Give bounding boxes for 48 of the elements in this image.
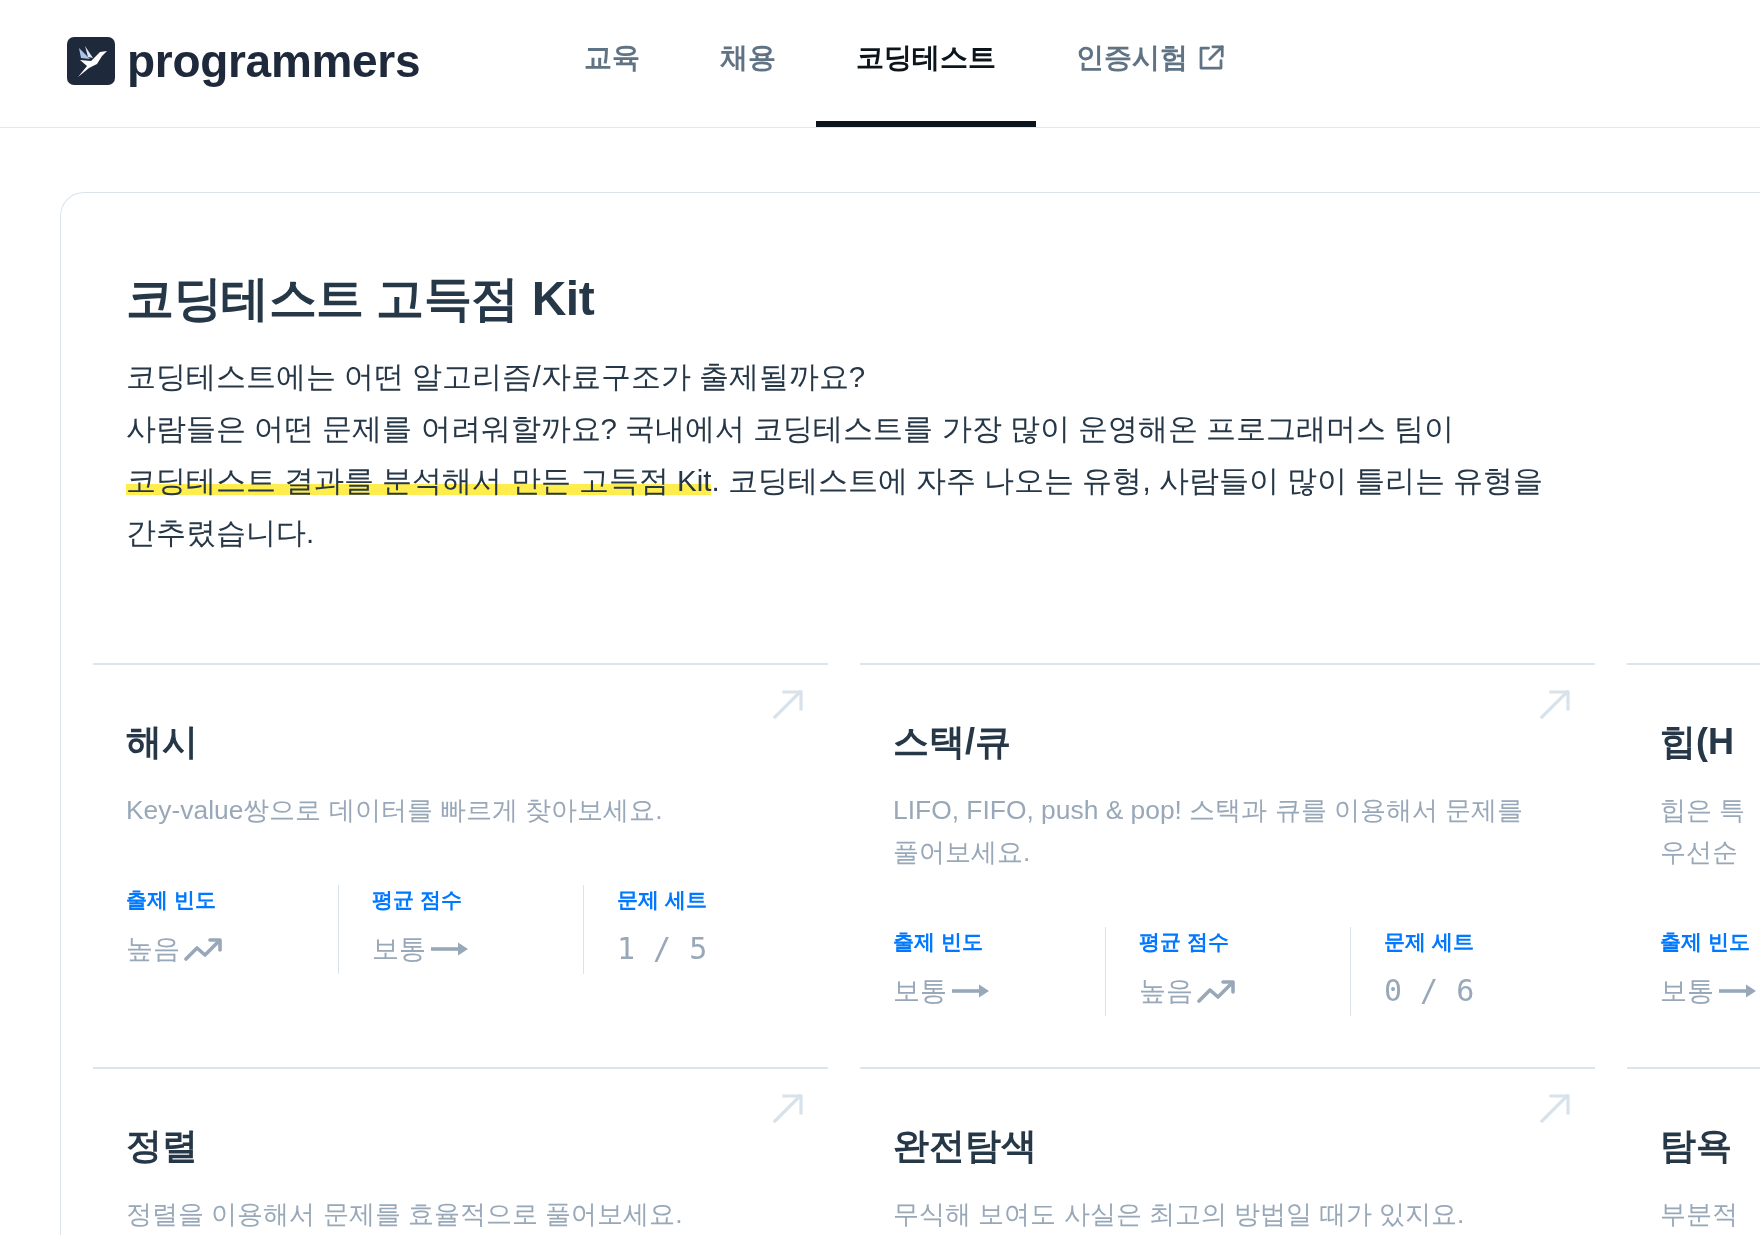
diagonal-arrow-icon bbox=[772, 689, 804, 719]
logo-link[interactable]: programmers bbox=[67, 36, 423, 91]
topic-card[interactable]: 탐욕 부분적 bbox=[1627, 1067, 1760, 1235]
topic-description: 무식해 보여도 사실은 최고의 방법일 때가 있지요. bbox=[893, 1198, 1465, 1231]
topic-card[interactable]: 스택/큐 LIFO, FIFO, push & pop! 스택과 큐를 이용해서 문제를 풀어보세요. 출제 빈도 보통 평균 점수 높음 문제 세트 0 / 6 bbox=[860, 663, 1595, 1067]
stat-label: 출제 빈도 bbox=[1660, 929, 1750, 955]
topic-description: 부분적 bbox=[1660, 1198, 1738, 1231]
right-arrow-icon bbox=[1718, 983, 1756, 999]
stat-value: 보통 bbox=[1660, 975, 1714, 1008]
topic-card[interactable]: 완전탐색 무식해 보여도 사실은 최고의 방법일 때가 있지요. bbox=[860, 1067, 1595, 1235]
right-arrow-icon bbox=[430, 941, 468, 957]
nav-tab[interactable]: 코딩테스트 bbox=[816, 0, 1036, 127]
nav-tab[interactable]: 교육 bbox=[544, 0, 680, 127]
topic-title: 스택/큐 bbox=[893, 720, 1011, 764]
topic-title: 탐욕 bbox=[1660, 1124, 1732, 1168]
trend-up-icon bbox=[1197, 979, 1235, 1003]
stat-value: 높음 bbox=[126, 933, 180, 966]
nav-tab[interactable]: 채용 bbox=[680, 0, 816, 127]
page-title: 코딩테스트 고득점 Kit bbox=[126, 271, 595, 327]
stat-value: 보통 bbox=[893, 975, 947, 1008]
stat-label: 출제 빈도 bbox=[126, 887, 216, 913]
nav-tab[interactable]: 인증시험 bbox=[1036, 0, 1266, 127]
stat-label: 문제 세트 bbox=[1384, 929, 1474, 955]
topic-title: 해시 bbox=[126, 720, 198, 764]
topic-card[interactable]: 해시 Key-value쌍으로 데이터를 빠르게 찾아보세요. 출제 빈도 높음 평균 점수 보통 문제 세트 1 / 5 bbox=[93, 663, 828, 1067]
stat-label: 평균 점수 bbox=[372, 887, 462, 913]
topic-description: 힙은 특 우선순 bbox=[1660, 794, 1746, 869]
problem-set-count: 1 / 5 bbox=[617, 930, 708, 968]
diagonal-arrow-icon bbox=[772, 1093, 804, 1123]
topic-description: LIFO, FIFO, push & pop! 스택과 큐를 이용해서 문제를 풀어보세요. bbox=[893, 794, 1524, 869]
topic-title: 힙(H bbox=[1660, 720, 1734, 764]
topic-title: 완전탐색 bbox=[893, 1124, 1037, 1168]
problem-set-count: 0 / 6 bbox=[1384, 972, 1475, 1010]
diagonal-arrow-icon bbox=[1539, 1093, 1571, 1123]
topic-card[interactable]: 힙(H 힙은 특 우선순 출제 빈도 보통 bbox=[1627, 663, 1760, 1067]
topic-card[interactable]: 정렬 정렬을 이용해서 문제를 효율적으로 풀어보세요. bbox=[93, 1067, 828, 1235]
diagonal-arrow-icon bbox=[1539, 689, 1571, 719]
stat-label: 문제 세트 bbox=[617, 887, 707, 913]
topic-description: Key-value쌍으로 데이터를 빠르게 찾아보세요. bbox=[126, 794, 663, 827]
stat-label: 출제 빈도 bbox=[893, 929, 983, 955]
trend-up-icon bbox=[184, 937, 222, 961]
bird-logo-icon bbox=[67, 36, 115, 85]
topic-title: 정렬 bbox=[126, 1124, 198, 1168]
stat-value: 높음 bbox=[1139, 975, 1193, 1008]
stat-label: 평균 점수 bbox=[1139, 929, 1229, 955]
stat-value: 보통 bbox=[372, 933, 426, 966]
right-arrow-icon bbox=[951, 983, 989, 999]
topic-description: 정렬을 이용해서 문제를 효율적으로 풀어보세요. bbox=[126, 1198, 683, 1231]
